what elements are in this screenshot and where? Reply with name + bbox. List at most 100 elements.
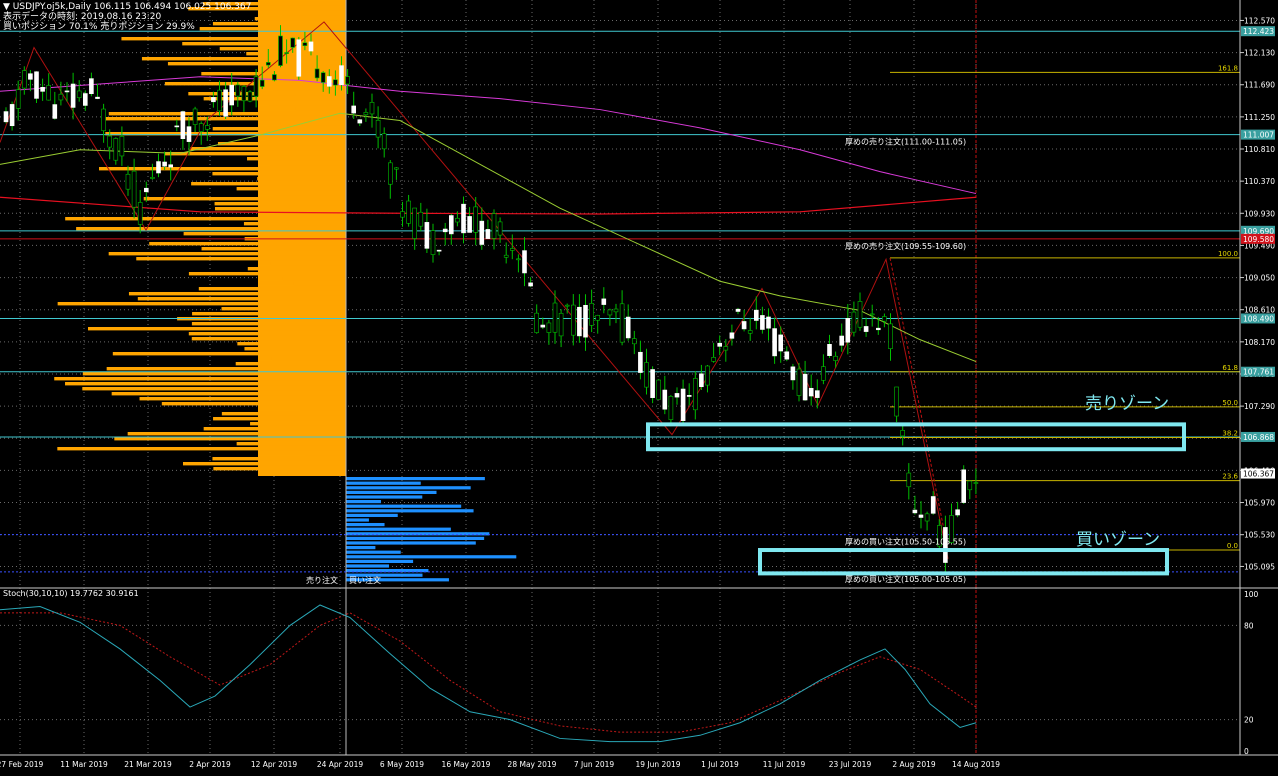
bull-candle: [955, 509, 960, 516]
fibonacci-level-label: 100.0: [1218, 250, 1238, 258]
bull-candle: [357, 119, 363, 124]
sell-order-bar: [282, 277, 346, 281]
bull-candle: [95, 96, 100, 99]
bull-candle: [64, 90, 70, 93]
dropdown-arrow-icon[interactable]: ▼: [3, 2, 10, 12]
bull-candle: [186, 126, 192, 142]
date-tick-label: 27 Feb 2019: [0, 760, 44, 769]
bear-candle: [924, 513, 930, 522]
price-chart-svg[interactable]: 27 Feb 2019 11 Mar 2019 21 Mar 2019 2 Apr 2…: [0, 0, 1278, 772]
bear-candle: [369, 102, 375, 115]
bear-candle: [656, 379, 662, 400]
bear-candle: [119, 136, 125, 157]
bull-candle: [699, 373, 704, 388]
price-badge-label: 107.761: [1243, 368, 1274, 377]
bull-candle: [760, 315, 765, 330]
bull-candle: [741, 321, 747, 330]
fibonacci-level-label: 23.6: [1222, 473, 1238, 481]
sell-order-bar: [191, 322, 346, 326]
buy-order-bar: [346, 550, 401, 554]
sell-order-bar: [247, 267, 346, 271]
buy-order-bar: [346, 513, 398, 517]
buy-order-bar: [346, 486, 471, 490]
bear-candle: [107, 135, 112, 148]
bull-candle: [875, 327, 881, 331]
bear-candle: [302, 42, 308, 46]
bear-candle: [509, 248, 515, 251]
bull-candle: [540, 324, 546, 328]
bear-candle: [320, 72, 326, 83]
sell-order-bar: [182, 462, 346, 466]
sell-order-bar: [293, 282, 346, 286]
sell-order-bar: [167, 62, 346, 66]
sell-order-bar: [141, 57, 346, 61]
bull-candle: [912, 509, 918, 514]
bear-candle: [247, 91, 253, 102]
bear-candle: [406, 200, 411, 224]
buy-order-bar: [346, 500, 382, 504]
bull-candle: [729, 332, 735, 339]
sell-order-bar: [203, 427, 346, 431]
bull-candle: [485, 229, 491, 239]
sell-order-bar: [143, 197, 346, 201]
bear-candle: [491, 213, 497, 239]
bear-candle: [265, 62, 271, 66]
price-tick-label: 111.690: [1244, 81, 1275, 90]
bull-candle: [808, 387, 814, 397]
bear-candle: [821, 366, 826, 381]
date-tick-label: 23 Jul 2019: [829, 760, 872, 769]
position-ratio-label: 買いポジション 70.1% 売りポジション 29.9%: [3, 22, 195, 32]
bull-candle: [961, 469, 967, 503]
sell-order-bar: [192, 312, 346, 316]
sell-order-bar: [190, 147, 346, 151]
bull-candle: [772, 328, 777, 357]
sell-order-bar: [191, 182, 346, 186]
sell-order-bar: [191, 337, 346, 341]
bull-candle: [162, 161, 167, 167]
bull-candle: [662, 389, 668, 410]
price-tick-label: 105.530: [1244, 531, 1275, 540]
bull-candle: [766, 316, 771, 329]
bear-candle: [564, 304, 570, 307]
bull-candle: [156, 161, 161, 174]
bear-candle: [198, 123, 204, 132]
sell-order-bar: [271, 357, 346, 361]
bear-candle: [589, 303, 594, 326]
price-tick-label: 108.610: [1244, 306, 1275, 315]
price-tick-label: 112.570: [1244, 16, 1275, 25]
buy-order-bar: [346, 477, 485, 481]
buy-order-bar: [346, 504, 462, 508]
sell-order-bar: [254, 17, 346, 21]
forex-chart-window[interactable]: 27 Feb 2019 11 Mar 2019 21 Mar 2019 2 Apr 2…: [0, 0, 1278, 772]
bear-candle: [516, 258, 521, 261]
bear-candle: [150, 177, 155, 179]
bull-candle: [802, 373, 808, 401]
sell-order-bar: [106, 367, 346, 371]
price-badge-label: 106.367: [1243, 470, 1274, 479]
bull-candle: [326, 76, 332, 87]
sell-order-bar: [149, 242, 346, 246]
bull-candle: [522, 250, 527, 274]
fibonacci-level-label: 0.0: [1227, 542, 1238, 550]
buy-order-bar: [346, 518, 369, 522]
bull-candle: [467, 216, 472, 233]
bull-candle: [83, 93, 88, 106]
bull-candle: [784, 351, 790, 360]
date-tick-label: 19 Jun 2019: [635, 760, 680, 769]
sell-order-bar: [57, 447, 346, 451]
date-tick-label: 21 Mar 2019: [124, 760, 172, 769]
bear-candle: [15, 89, 21, 109]
bull-candle: [790, 366, 796, 381]
sell-order-bar: [221, 307, 346, 311]
price-badge-label: 111.007: [1243, 131, 1274, 140]
sell-order-bar: [273, 192, 346, 196]
sell-order-bar: [128, 292, 346, 296]
sell-order-bar: [304, 452, 346, 456]
buy-zone-label: 買いゾーン: [1076, 530, 1160, 550]
buy-order-bar: [346, 559, 414, 563]
sell-order-bar: [199, 27, 346, 31]
sell-order-bar: [281, 12, 346, 16]
bull-candle: [424, 222, 430, 249]
bear-candle: [241, 86, 247, 102]
fibonacci-level-label: 50.0: [1222, 399, 1238, 407]
